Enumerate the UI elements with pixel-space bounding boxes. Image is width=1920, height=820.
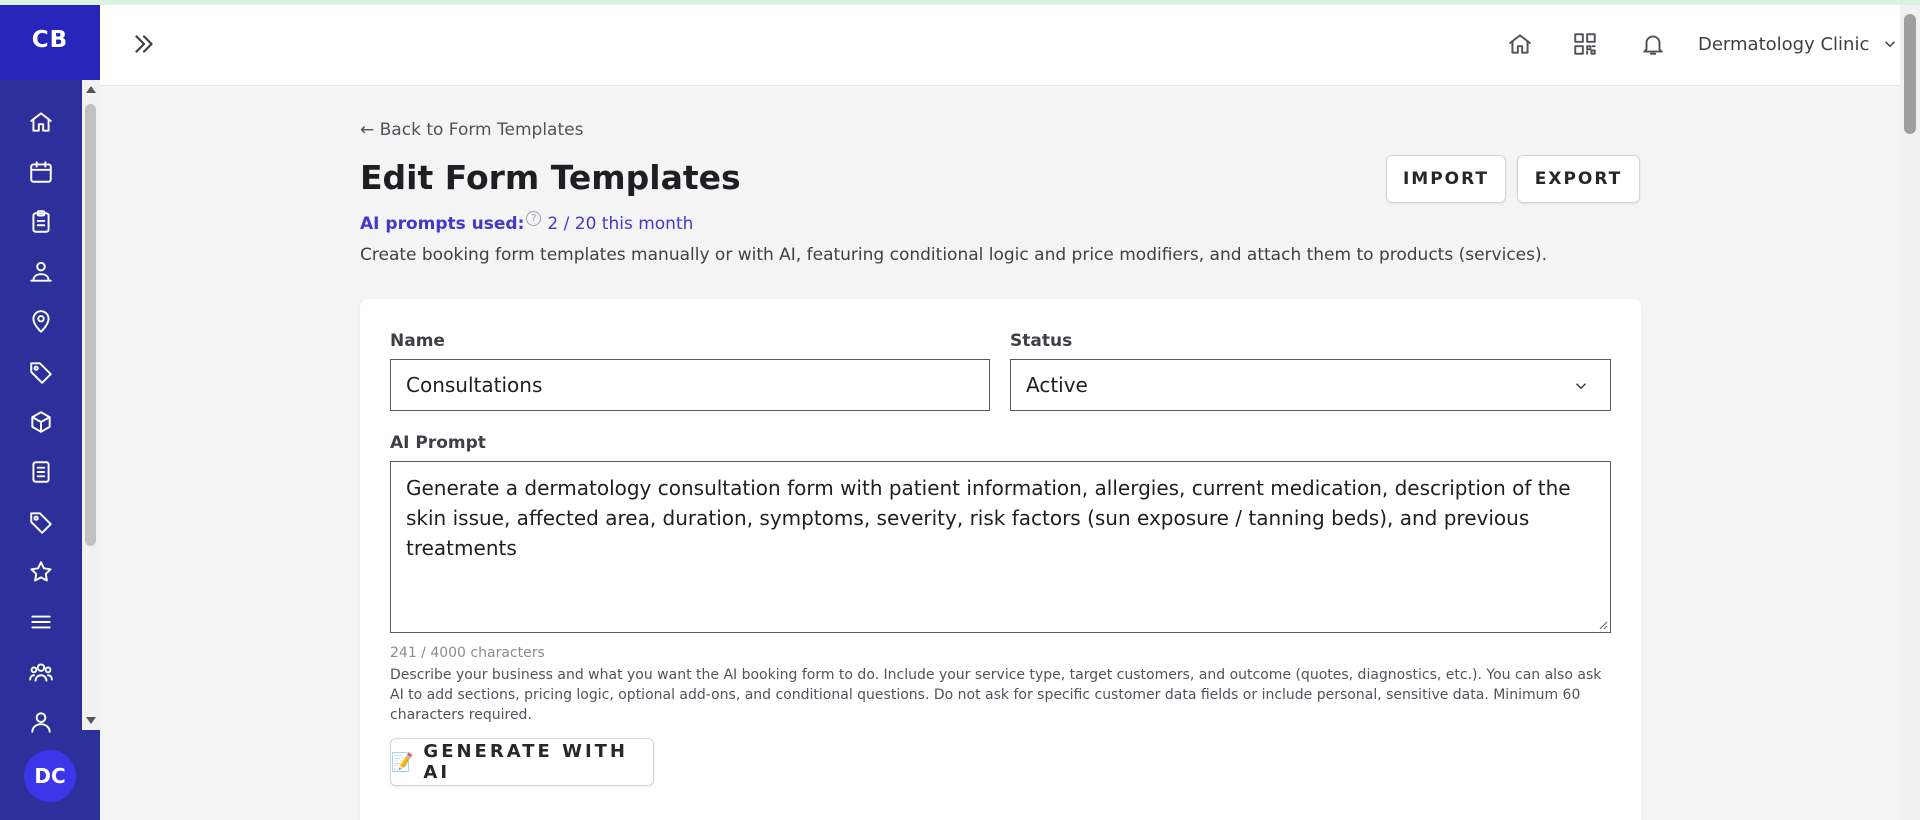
import-button[interactable]: IMPORT (1386, 155, 1506, 203)
clinic-name: Dermatology Clinic (1698, 33, 1870, 55)
status-label: Status (1010, 331, 1073, 351)
ai-prompt-textarea[interactable]: Generate a dermatology consultation form… (390, 461, 1611, 633)
generate-with-ai-button[interactable]: 📝 GENERATE WITH AI (390, 738, 654, 786)
resize-handle-icon[interactable] (1596, 618, 1608, 630)
scroll-down-arrow[interactable] (86, 717, 96, 724)
nav-locations[interactable] (0, 302, 82, 342)
home-icon (1509, 34, 1531, 54)
back-to-templates-link[interactable]: ← Back to Form Templates (360, 120, 583, 140)
status-value: Active (1026, 373, 1088, 397)
users-group-icon (30, 261, 52, 282)
ai-prompts-usage: AI prompts used: ? 2 / 20 this month (360, 210, 694, 234)
nav-pricing[interactable] (0, 502, 82, 542)
team-icon (29, 663, 53, 682)
nav-clipboard[interactable] (0, 202, 82, 242)
ai-prompt-text: Generate a dermatology consultation form… (406, 476, 1571, 560)
main-content: ← Back to Form Templates Edit Form Templ… (100, 86, 1900, 820)
nav-calendar[interactable] (0, 152, 82, 192)
qr-code-button[interactable] (1569, 28, 1601, 60)
sidebar-scrollbar[interactable] (82, 80, 100, 730)
page-description: Create booking form templates manually o… (360, 245, 1548, 265)
ai-prompts-label: AI prompts used: (360, 214, 525, 234)
box-icon (31, 411, 51, 433)
page-title: Edit Form Templates (360, 158, 741, 197)
double-chevron-right-icon (135, 35, 153, 53)
home-icon (30, 112, 52, 132)
nav-tags[interactable] (0, 352, 82, 392)
nav-home[interactable] (0, 102, 82, 142)
brand-logo[interactable]: CB (0, 0, 100, 80)
chevron-down-icon (1885, 41, 1896, 48)
tag-icon (30, 362, 52, 384)
page-scroll-thumb[interactable] (1904, 14, 1916, 134)
name-input[interactable]: Consultations (390, 359, 990, 411)
nav-team[interactable] (0, 652, 82, 692)
sidebar: CB DC (0, 0, 100, 820)
nav-customers[interactable] (0, 252, 82, 292)
ai-prompt-label: AI Prompt (390, 433, 486, 453)
nav-reviews[interactable] (0, 552, 82, 592)
nav-forms[interactable] (0, 452, 82, 492)
ai-prompt-help-text: Describe your business and what you want… (390, 667, 1602, 723)
user-icon (31, 712, 51, 733)
star-icon (30, 561, 52, 582)
price-tag-icon (30, 512, 52, 534)
nav-menu[interactable] (0, 602, 82, 642)
scroll-up-arrow[interactable] (86, 86, 96, 93)
calendar-icon (30, 161, 52, 183)
location-icon (32, 310, 50, 333)
menu-icon (31, 615, 51, 629)
notifications-button[interactable] (1637, 28, 1669, 60)
export-button[interactable]: EXPORT (1517, 155, 1640, 203)
page-scrollbar[interactable] (1900, 0, 1920, 820)
help-icon[interactable]: ? (526, 210, 542, 226)
memo-icon: 📝 (391, 751, 414, 773)
nav-products[interactable] (0, 402, 82, 442)
list-document-icon (32, 461, 50, 483)
expand-sidebar-button[interactable] (128, 28, 160, 60)
chevron-down-icon (1575, 383, 1587, 390)
name-label: Name (390, 331, 445, 351)
home-button[interactable] (1504, 28, 1536, 60)
sidebar-scroll-thumb[interactable] (85, 104, 96, 546)
nav-account[interactable] (0, 702, 82, 742)
status-select[interactable]: Active (1010, 359, 1611, 411)
bell-icon (1643, 35, 1663, 55)
topbar: Dermatology Clinic (100, 0, 1900, 86)
clipboard-icon (32, 210, 50, 233)
qr-code-icon (1574, 33, 1596, 55)
ai-prompts-value: 2 / 20 this month (547, 214, 694, 234)
generate-label: GENERATE WITH AI (423, 741, 628, 783)
clinic-selector[interactable]: Dermatology Clinic (1698, 30, 1899, 58)
top-accent-line (0, 0, 1920, 5)
character-count: 241 / 4000 characters (390, 645, 545, 661)
form-card: Name Consultations Status Active AI Prom… (360, 299, 1641, 820)
sidebar-nav (0, 80, 82, 733)
avatar[interactable]: DC (24, 750, 76, 802)
